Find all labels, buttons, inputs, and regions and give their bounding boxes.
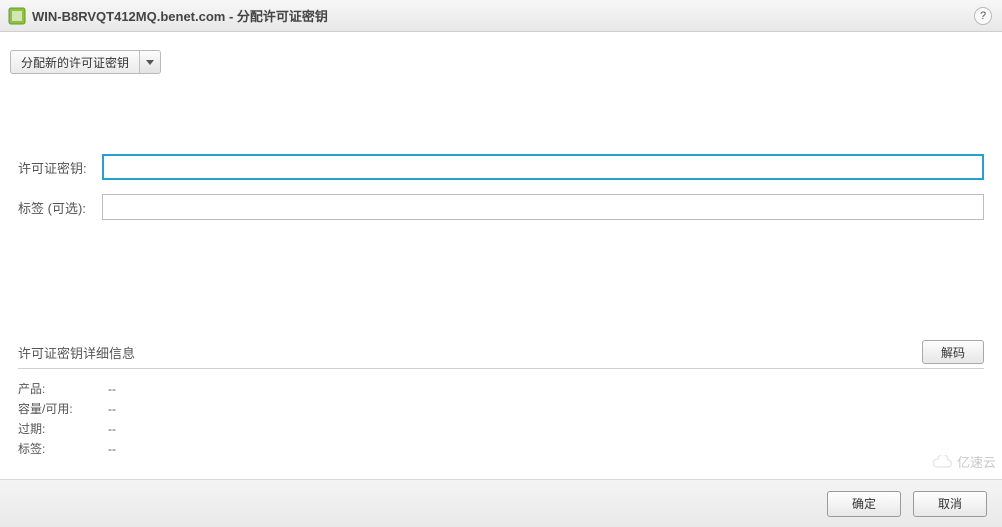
window-subtitle: 分配许可证密钥 — [237, 9, 328, 24]
detail-value: -- — [108, 439, 116, 459]
detail-row-tag: 标签: -- — [18, 439, 984, 459]
license-key-label: 许可证密钥: — [18, 158, 102, 177]
license-details-header: 许可证密钥详细信息 解码 — [18, 340, 984, 369]
license-key-row: 许可证密钥: — [18, 154, 984, 180]
vsphere-icon — [8, 7, 26, 25]
ok-button[interactable]: 确定 — [827, 491, 901, 517]
detail-row-product: 产品: -- — [18, 379, 984, 399]
help-icon[interactable]: ? — [974, 7, 992, 25]
license-details-title: 许可证密钥详细信息 — [18, 343, 922, 362]
detail-value: -- — [108, 419, 116, 439]
detail-value: -- — [108, 399, 116, 419]
assign-new-license-key-label: 分配新的许可证密钥 — [11, 51, 140, 73]
license-details-grid: 产品: -- 容量/可用: -- 过期: -- 标签: -- — [18, 379, 984, 459]
decode-button[interactable]: 解码 — [922, 340, 984, 364]
detail-row-expiration: 过期: -- — [18, 419, 984, 439]
detail-label: 产品: — [18, 379, 108, 399]
detail-row-capacity: 容量/可用: -- — [18, 399, 984, 419]
dialog-footer: 确定 取消 — [0, 479, 1002, 527]
titlebar: WIN-B8RVQT412MQ.benet.com - 分配许可证密钥 ? — [0, 0, 1002, 32]
window-separator: - — [225, 9, 237, 24]
detail-label: 标签: — [18, 439, 108, 459]
tag-input[interactable] — [102, 194, 984, 220]
toolbar: 分配新的许可证密钥 — [0, 32, 1002, 84]
chevron-down-icon[interactable] — [140, 51, 160, 73]
license-key-input[interactable] — [102, 154, 984, 180]
assign-new-license-key-dropdown[interactable]: 分配新的许可证密钥 — [10, 50, 161, 74]
detail-value: -- — [108, 379, 116, 399]
license-details: 许可证密钥详细信息 解码 产品: -- 容量/可用: -- 过期: -- 标签:… — [18, 340, 984, 459]
window-host: WIN-B8RVQT412MQ.benet.com — [32, 9, 225, 24]
cancel-button[interactable]: 取消 — [913, 491, 987, 517]
tag-row: 标签 (可选): — [18, 194, 984, 220]
tag-label: 标签 (可选): — [18, 198, 102, 217]
detail-label: 过期: — [18, 419, 108, 439]
form-area: 许可证密钥: 标签 (可选): — [0, 84, 1002, 220]
detail-label: 容量/可用: — [18, 399, 108, 419]
window-title: WIN-B8RVQT412MQ.benet.com - 分配许可证密钥 — [32, 6, 328, 25]
